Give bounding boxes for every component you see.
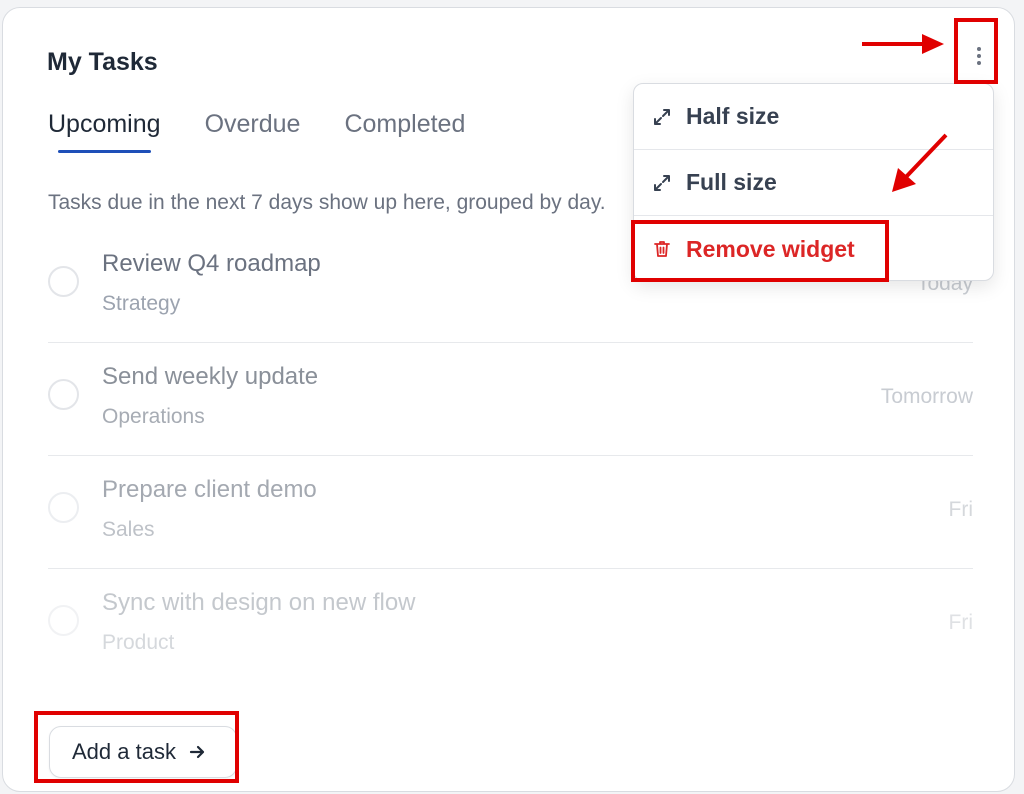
tab-upcoming[interactable]: Upcoming [48,110,161,153]
widget-options-menu: Half size Full size Remove widget [633,83,994,281]
task-tabs: Upcoming Overdue Completed [48,110,509,153]
expand-icon [654,108,670,125]
tab-completed[interactable]: Completed [344,110,465,153]
menu-item-label: Full size [686,169,777,195]
task-row[interactable]: Send weekly update Operations Tomorrow [48,343,973,456]
more-options-button[interactable] [958,20,1000,92]
complete-checkbox[interactable] [48,605,79,636]
add-task-button[interactable]: Add a task [49,726,237,778]
task-category: Strategy [102,292,181,315]
menu-item-half-size[interactable]: Half size [634,84,993,150]
task-due-date: Fri [948,498,974,521]
task-list: Review Q4 roadmap Strategy Today Send we… [48,230,973,682]
hint-text: Tasks due in the next 7 days show up her… [48,191,606,214]
tab-overdue[interactable]: Overdue [205,110,301,153]
task-name: Prepare client demo [102,476,317,503]
task-due-date: Tomorrow [880,385,973,408]
task-category: Sales [102,518,155,541]
menu-item-full-size[interactable]: Full size [634,150,993,216]
kebab-dot [977,47,981,51]
task-row[interactable]: Prepare client demo Sales Fri [48,456,973,569]
menu-item-remove-widget[interactable]: Remove widget [634,216,993,282]
task-due-date: Fri [948,611,974,634]
task-name: Sync with design on new flow [102,589,416,616]
task-name: Review Q4 roadmap [102,250,321,277]
complete-checkbox[interactable] [48,379,79,410]
expand-icon [654,174,670,191]
kebab-dot [977,61,981,65]
add-task-label: Add a task [72,739,176,764]
kebab-dot [977,54,981,58]
complete-checkbox[interactable] [48,266,79,297]
task-category: Product [102,631,175,654]
complete-checkbox[interactable] [48,492,79,523]
widget-title: My Tasks [47,48,158,76]
task-name: Send weekly update [102,363,319,390]
arrow-right-icon [189,745,205,759]
trash-icon [654,241,670,257]
menu-item-label: Remove widget [686,235,855,262]
task-category: Operations [102,405,205,428]
task-row[interactable]: Sync with design on new flow Product Fri [48,569,973,682]
menu-item-label: Half size [686,103,780,129]
